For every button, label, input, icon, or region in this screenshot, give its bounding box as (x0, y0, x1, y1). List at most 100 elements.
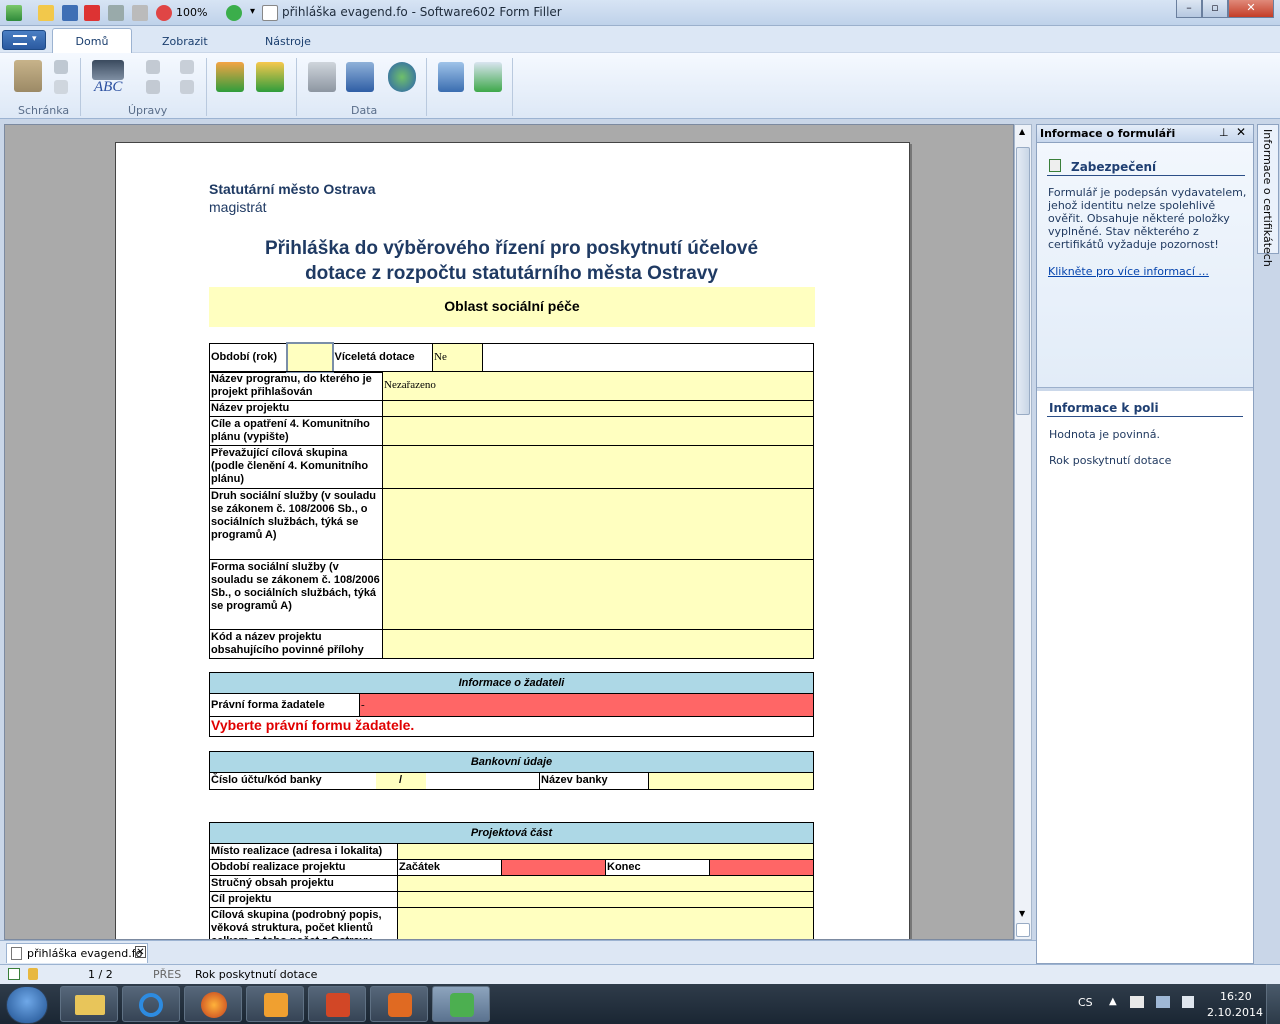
print-icon[interactable] (108, 5, 124, 21)
calculator-icon[interactable] (438, 62, 464, 92)
summary-field[interactable] (397, 875, 814, 892)
scroll-down-icon[interactable]: ▼ (1019, 909, 1025, 918)
close-button[interactable]: ✕ (1228, 0, 1274, 18)
project-name-field[interactable] (382, 400, 814, 417)
tab-tools[interactable]: Nástroje (265, 32, 311, 52)
pdf-icon[interactable] (84, 5, 100, 21)
account-sep[interactable]: / (375, 772, 426, 790)
taskbar-powerpoint-icon[interactable] (308, 986, 366, 1022)
vertical-scrollbar[interactable]: ▲ ▼ (1014, 124, 1032, 940)
place-field[interactable] (397, 843, 814, 860)
find-binoculars-icon[interactable] (92, 60, 124, 80)
save-database-icon[interactable] (346, 62, 374, 92)
target-group-field[interactable] (382, 445, 814, 489)
taskbar-media-icon[interactable] (370, 986, 428, 1022)
multi-year-label: Víceletá dotace (332, 342, 433, 373)
panel-title: Informace o formuláři (1040, 127, 1176, 140)
web-globe-icon[interactable] (388, 62, 416, 92)
taskbar-formfiller-icon[interactable] (432, 986, 490, 1022)
undo-icon[interactable] (132, 5, 148, 21)
export-data-icon[interactable] (256, 62, 284, 92)
cut-icon[interactable] (54, 60, 68, 74)
tab-home[interactable]: Domů (52, 28, 132, 54)
copy-icon[interactable] (54, 80, 68, 94)
document-tab[interactable]: přihláška evagend.fo ✕ (6, 943, 148, 963)
label-service-type: Druh sociální služby (v souladu se zákon… (209, 488, 383, 560)
app-logo-icon[interactable] (6, 5, 22, 21)
document-tab-close-icon[interactable]: ✕ (135, 946, 146, 958)
ribbon-separator (512, 58, 513, 116)
security-more-link[interactable]: Klikněte pro více informací ... (1048, 265, 1248, 278)
pin-icon[interactable]: ⊥ (1219, 126, 1229, 139)
taskbar-outlook-icon[interactable] (246, 986, 304, 1022)
service-type-field[interactable] (382, 488, 814, 560)
paste-icon[interactable] (14, 60, 42, 92)
edit-status-icon (8, 968, 20, 980)
taskbar-firefox-icon[interactable] (184, 986, 242, 1022)
tab-view[interactable]: Zobrazit (162, 32, 208, 52)
clock-time[interactable]: 16:20 (1220, 990, 1252, 1003)
zoom-in-icon[interactable] (226, 5, 242, 21)
action-center-icon[interactable] (1130, 996, 1144, 1008)
bank-name-field[interactable] (648, 772, 814, 790)
database-icon[interactable] (308, 62, 336, 92)
applicant-header: Informace o žadateli (209, 672, 814, 694)
show-desktop-button[interactable] (1266, 984, 1280, 1024)
zoom-out-icon[interactable] (156, 5, 172, 21)
network-icon[interactable] (1156, 996, 1170, 1008)
service-form-field[interactable] (382, 559, 814, 630)
scroll-up-icon[interactable]: ▲ (1019, 127, 1025, 136)
org-name: Statutární město Ostrava (209, 181, 376, 197)
replace-icon[interactable] (146, 60, 160, 74)
label-attachments: Kód a název projektu obsahujícího povinn… (209, 629, 383, 659)
end-date-field[interactable] (709, 859, 814, 876)
bank-header: Bankovní údaje (209, 751, 814, 773)
bank-code-field[interactable] (425, 772, 540, 790)
program-field[interactable]: Nezařazeno (382, 371, 814, 401)
security-rule (1047, 175, 1245, 176)
customize-chevron-icon[interactable]: ▾ (250, 6, 255, 17)
target-detail-field[interactable] (397, 907, 814, 939)
start-date-field[interactable] (501, 859, 606, 876)
form-page: Statutární město Ostrava magistrát Přihl… (115, 142, 910, 939)
undo-ribbon-icon[interactable] (180, 60, 194, 74)
panel-splitter[interactable] (1037, 387, 1253, 391)
period-field[interactable] (285, 342, 334, 373)
validate-check-icon[interactable] (474, 62, 502, 92)
legal-form-select[interactable]: - (359, 693, 814, 717)
maximize-button[interactable]: ▫ (1202, 0, 1228, 18)
multi-year-select[interactable]: Ne (432, 342, 483, 373)
redo-ribbon-icon[interactable] (180, 80, 194, 94)
start-label: Začátek (397, 859, 502, 876)
zoom-level[interactable]: 100% (176, 6, 207, 19)
security-text: Formulář je podepsán vydavatelem, jehož … (1048, 186, 1247, 251)
panel-close-icon[interactable]: ✕ (1236, 125, 1246, 139)
open-icon[interactable] (38, 5, 54, 21)
attachments-field[interactable] (382, 629, 814, 659)
app-menu-button[interactable]: ▾ (2, 30, 46, 50)
project-header: Projektová část (209, 822, 814, 844)
start-button[interactable] (6, 986, 48, 1024)
save-icon[interactable] (62, 5, 78, 21)
goal-field[interactable] (397, 891, 814, 908)
import-data-icon[interactable] (216, 62, 244, 92)
document-icon (262, 5, 278, 21)
taskbar-explorer-icon[interactable] (60, 986, 118, 1022)
account-label: Číslo účtu/kód banky (209, 772, 376, 790)
form-info-panel: Informace o formuláři ⊥ ✕ Zabezpečení Fo… (1036, 124, 1254, 964)
scroll-split-box[interactable] (1016, 923, 1030, 937)
scroll-thumb[interactable] (1016, 147, 1030, 415)
overwrite-mode: PŘES (153, 968, 182, 981)
minimize-button[interactable]: – (1176, 0, 1202, 18)
goals-field[interactable] (382, 416, 814, 446)
certificate-info-tab[interactable]: Informace o certifikátech (1257, 124, 1279, 267)
spellcheck-abc-label[interactable]: ABC (94, 79, 122, 96)
language-indicator[interactable]: CS (1078, 996, 1093, 1009)
tray-expand-icon[interactable]: ▲ (1109, 996, 1117, 1007)
select-icon[interactable] (146, 80, 160, 94)
goal-label: Cíl projektu (209, 891, 398, 908)
taskbar-ie-icon[interactable] (122, 986, 180, 1022)
certificate-tab-label: Informace o certifikátech (1261, 129, 1274, 267)
volume-icon[interactable] (1182, 996, 1194, 1008)
clock-date[interactable]: 2.10.2014 (1207, 1006, 1263, 1019)
